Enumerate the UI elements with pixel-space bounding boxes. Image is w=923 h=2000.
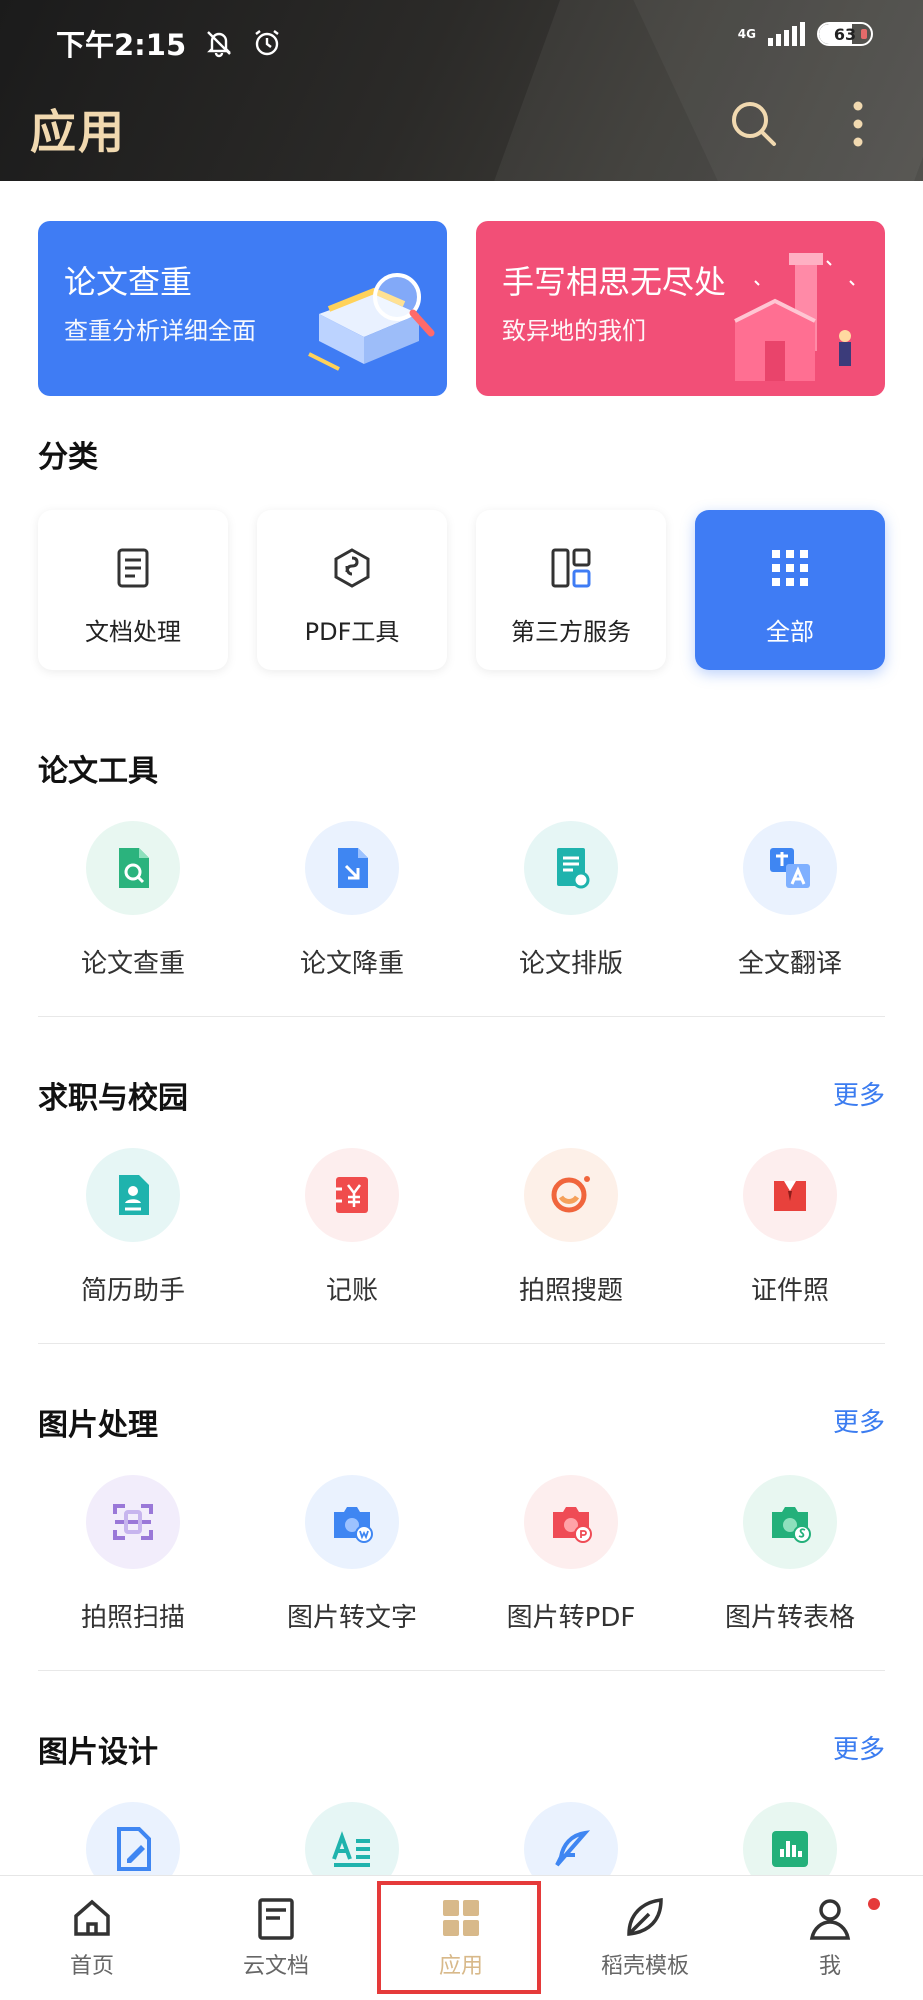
image-to-text-icon (334, 1507, 373, 1543)
section-title-career: 求职与校园 (38, 1081, 188, 1116)
tool-label: 拍照搜题 (518, 1276, 623, 1306)
network-label: 4G (737, 27, 756, 41)
tool-label: 论文降重 (299, 949, 404, 979)
home-icon (74, 1899, 110, 1936)
banner-title: 手写相思无尽处 (502, 263, 727, 301)
tool-label: 全文翻译 (737, 949, 842, 979)
more-link[interactable]: 更多 (833, 1729, 885, 1766)
status-time: 下午2:15 (56, 28, 187, 62)
tool-label: 简历助手 (80, 1276, 185, 1306)
highlight-box (377, 1881, 541, 1994)
divider (38, 1016, 885, 1017)
status-bar-left: 下午2:15 (56, 22, 282, 64)
resume-icon (119, 1175, 149, 1215)
tool-label: 记账 (325, 1276, 378, 1306)
category-label: PDF工具 (304, 618, 400, 646)
chart-design-icon (772, 1831, 808, 1867)
cloud-doc-icon (258, 1898, 294, 1940)
bell-off-icon (207, 31, 232, 58)
tool-paper-check[interactable]: 论文查重 (24, 821, 242, 980)
divider (38, 1670, 885, 1671)
image-to-sheet-icon (772, 1507, 811, 1543)
section-title-image-design: 图片设计 (38, 1735, 158, 1770)
category-pdf[interactable]: PDF工具 (257, 510, 447, 670)
app-header: 下午2:15 4G 63 应用 (0, 0, 923, 181)
ledger-icon (336, 1177, 368, 1213)
image-to-pdf-icon (553, 1507, 592, 1543)
notification-dot (868, 1898, 880, 1910)
tool-label: 图片转表格 (724, 1603, 855, 1633)
alarm-icon (255, 30, 279, 56)
tab-cloud-docs[interactable]: 云文档 (184, 1876, 368, 2000)
tool-scan[interactable]: 拍照扫描 (24, 1475, 242, 1634)
tab-label: 首页 (69, 1954, 114, 1979)
signal-icon (768, 22, 805, 46)
tool-id-photo[interactable]: 证件照 (681, 1148, 899, 1307)
divider (38, 1343, 885, 1344)
id-photo-icon (774, 1181, 806, 1211)
more-vertical-icon[interactable] (830, 96, 886, 152)
tab-label: 我 (818, 1954, 841, 1979)
leaf-icon (627, 1898, 663, 1936)
tab-me[interactable]: 我 (738, 1876, 922, 2000)
category-label: 第三方服务 (511, 618, 631, 646)
tool-ledger[interactable]: 记账 (243, 1148, 461, 1307)
categories-title: 分类 (38, 440, 98, 475)
translate-icon (770, 848, 810, 888)
tool-paper-format[interactable]: 论文排版 (462, 821, 680, 980)
tab-label: 云文档 (242, 1954, 309, 1979)
dots-grid-icon (772, 550, 808, 586)
category-third-party[interactable]: 第三方服务 (476, 510, 666, 670)
photo-search-icon (551, 1176, 590, 1213)
document-icon (117, 548, 149, 588)
scan-icon (113, 1504, 153, 1540)
category-label: 文档处理 (85, 618, 181, 646)
design-edit-icon (117, 1827, 151, 1871)
tower-illustration (734, 253, 855, 381)
section-title-paper-tools: 论文工具 (38, 754, 158, 789)
paper-format-icon (557, 848, 590, 889)
tool-image-to-text[interactable]: 图片转文字 (243, 1475, 461, 1634)
tab-label: 稻壳模板 (600, 1954, 689, 1979)
more-link[interactable]: 更多 (833, 1075, 885, 1112)
paper-reduce-icon (338, 848, 368, 888)
tool-label: 图片转文字 (286, 1603, 417, 1633)
category-document[interactable]: 文档处理 (38, 510, 228, 670)
category-label: 全部 (766, 618, 814, 646)
book-magnifier-illustration (308, 273, 435, 371)
search-icon[interactable] (726, 96, 782, 152)
layout-grid-icon (551, 548, 591, 588)
tool-resume[interactable]: 简历助手 (24, 1148, 242, 1307)
user-icon (809, 1899, 851, 1940)
text-design-icon (332, 1831, 370, 1867)
banner-handwriting[interactable]: 手写相思无尽处 致异地的我们 (476, 221, 885, 396)
pdf-hexagon-icon (334, 548, 370, 588)
tool-photo-search[interactable]: 拍照搜题 (462, 1148, 680, 1307)
banner-title: 论文查重 (64, 263, 193, 301)
banner-subtitle: 查重分析详细全面 (64, 317, 256, 345)
paper-check-icon (119, 848, 149, 888)
tool-paper-reduce[interactable]: 论文降重 (243, 821, 461, 980)
tool-label: 图片转PDF (506, 1603, 636, 1633)
tab-docer-templates[interactable]: 稻壳模板 (553, 1876, 737, 2000)
more-link[interactable]: 更多 (833, 1402, 885, 1439)
status-bar-right: 4G 63 (738, 22, 873, 46)
tool-label: 证件照 (750, 1276, 829, 1306)
banner-paper-check[interactable]: 论文查重 查重分析详细全面 (38, 221, 447, 396)
tool-label: 拍照扫描 (80, 1603, 185, 1633)
section-title-image-processing: 图片处理 (38, 1408, 158, 1443)
category-all[interactable]: 全部 (695, 510, 885, 670)
tool-label: 论文排版 (518, 949, 623, 979)
tool-label: 论文查重 (80, 949, 185, 979)
page-title: 应用 (30, 105, 126, 159)
tool-translate[interactable]: 全文翻译 (681, 821, 899, 980)
battery-icon: 63 (817, 22, 873, 46)
tab-home[interactable]: 首页 (0, 1876, 184, 2000)
tool-image-to-sheet[interactable]: 图片转表格 (681, 1475, 899, 1634)
tool-image-to-pdf[interactable]: 图片转PDF (462, 1475, 680, 1634)
battery-level: 63 (833, 24, 857, 44)
feather-icon (555, 1830, 591, 1867)
banner-subtitle: 致异地的我们 (502, 317, 646, 345)
